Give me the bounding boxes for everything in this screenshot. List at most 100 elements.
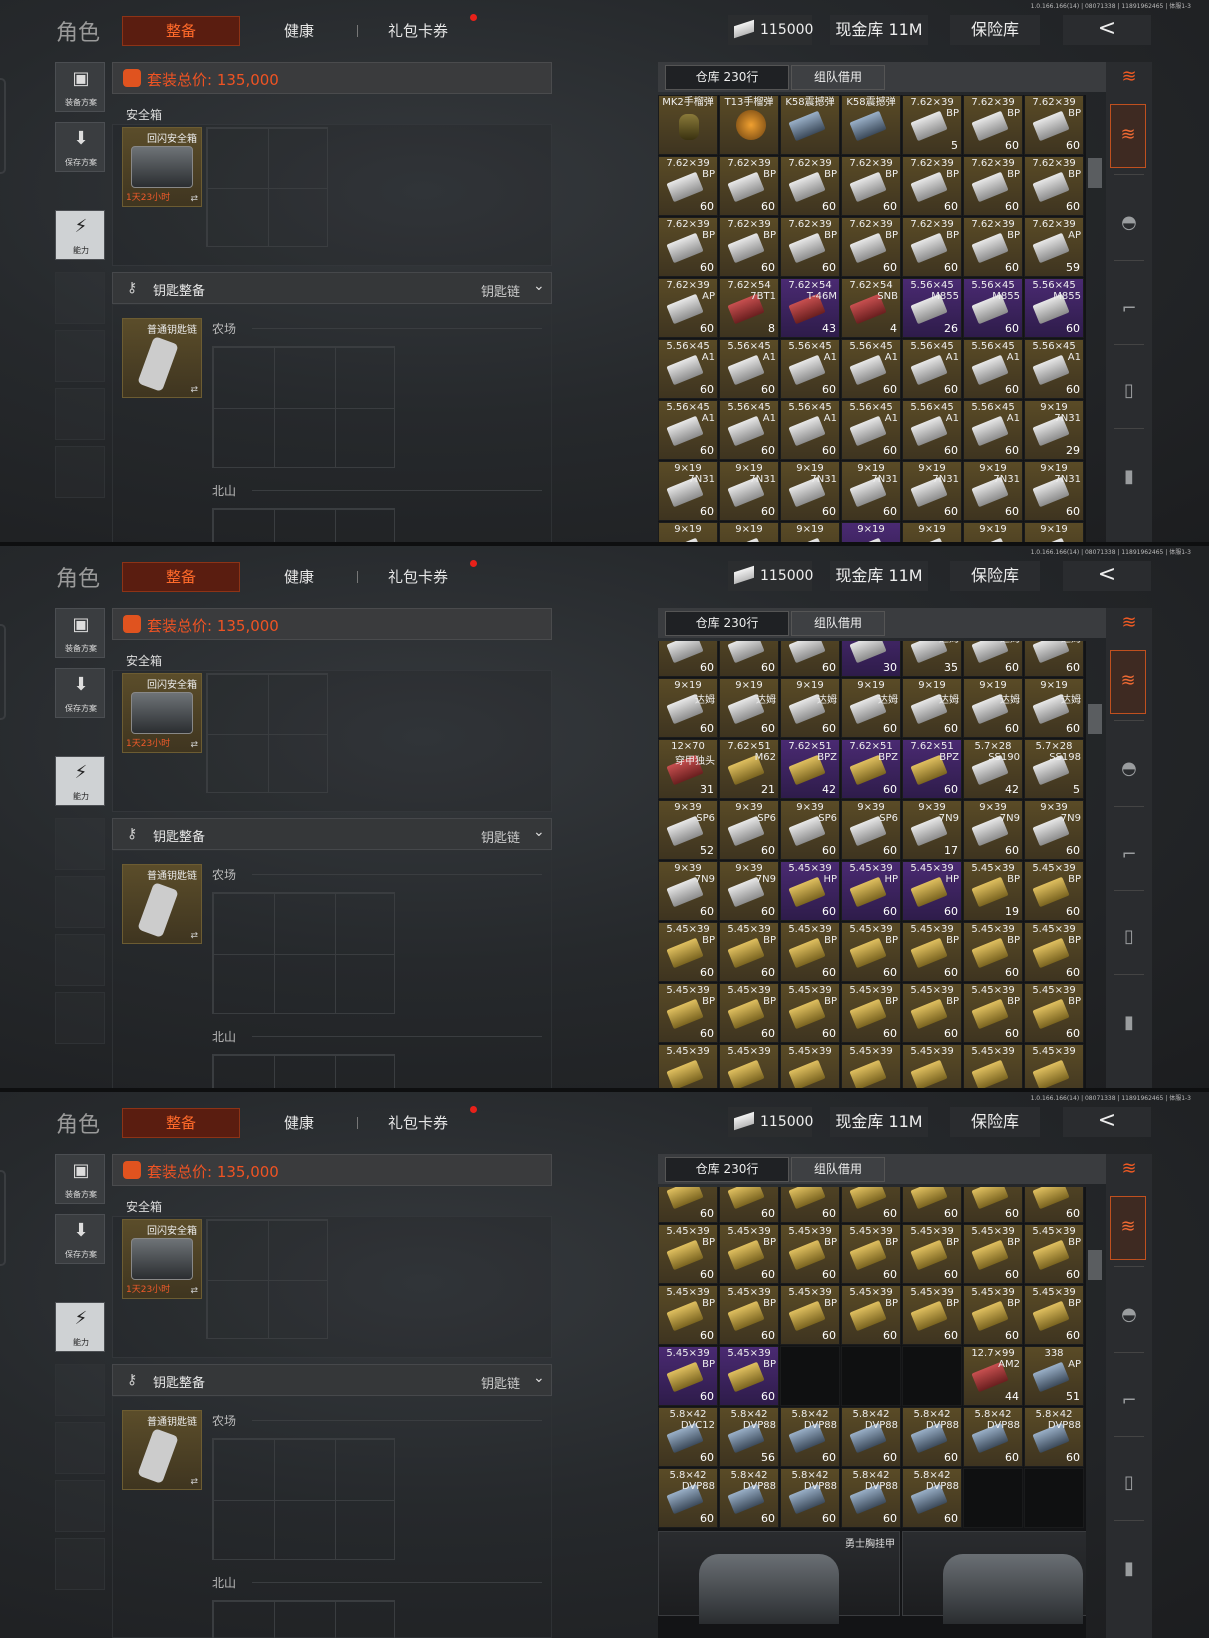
tab-gift-cards[interactable]: 礼包卡券 [388, 566, 448, 587]
inventory-item[interactable]: 9×39 SP6 52 [658, 800, 718, 860]
inventory-item[interactable]: 5.45×39 HP 60 [902, 861, 962, 921]
inventory-item[interactable]: 5.7×28 SS190 42 [963, 739, 1023, 799]
inventory-item[interactable]: 9×197N3160 [841, 461, 901, 521]
role-title[interactable]: 角色 [56, 1107, 100, 1139]
inventory-item[interactable]: 5.45×39 BP 60 [1024, 1285, 1084, 1345]
back-button[interactable]: < [1063, 1107, 1151, 1137]
inventory-item[interactable]: 9×19达姆60 [1024, 678, 1084, 738]
inventory-item[interactable]: 5.45×39 BP 60 [658, 922, 718, 982]
tab-gift-cards[interactable]: 礼包卡券 [388, 1112, 448, 1133]
inventory-item[interactable]: 5.45×39 BP 60 [658, 1285, 718, 1345]
safe-vault-button[interactable]: 保险库 [950, 561, 1040, 591]
north-key-grid[interactable] [212, 508, 395, 546]
farm-key-grid[interactable] [212, 892, 395, 1014]
inventory-item[interactable]: 5.56×45 A1 60 [963, 339, 1023, 399]
tab-loadout[interactable]: 整备 [122, 16, 240, 46]
tab-health[interactable]: 健康 [284, 566, 314, 587]
inventory-item[interactable]: 5.7×28 SS198 5 [1024, 739, 1084, 799]
inventory-item[interactable]: 5.8×42 DVP88 60 [1024, 1407, 1084, 1467]
loadout-plan-button[interactable]: ▣ 装备方案 [55, 1154, 105, 1204]
stack-icon[interactable]: ≋ [1106, 612, 1152, 633]
inventory-item[interactable]: 5.45×39 [841, 1044, 901, 1092]
inventory-item[interactable]: 5.56×45 M855 60 [963, 278, 1023, 338]
inventory-item[interactable]: 9×19达姆60 [1024, 641, 1084, 677]
inventory-item[interactable]: 5.56×45 A1 60 [780, 339, 840, 399]
tab-health[interactable]: 健康 [284, 1112, 314, 1133]
inventory-item[interactable]: K58震撼弹 [841, 95, 901, 155]
inventory-item[interactable]: 9×39 7N9 60 [963, 800, 1023, 860]
inventory-item[interactable]: 9×197N3160 [719, 461, 779, 521]
inventory-item[interactable]: 5.45×39 BP 60 [902, 1224, 962, 1284]
inventory-item[interactable]: 5.45×39 BP 19 [963, 861, 1023, 921]
safe-vault-button[interactable]: 保险库 [950, 15, 1040, 45]
inventory-item[interactable]: 7.62×39 BP 60 [1024, 156, 1084, 216]
role-title[interactable]: 角色 [56, 15, 100, 47]
tab-team-borrow[interactable]: 组队借用 [791, 611, 885, 636]
inventory-item[interactable]: 5.56×45 A1 60 [719, 339, 779, 399]
inventory-item[interactable]: 5.45×39 BP 60 [780, 1224, 840, 1284]
inventory-item[interactable]: 5.45×39 [963, 1044, 1023, 1092]
inventory-item[interactable]: 5.45×39 HP 60 [780, 861, 840, 921]
all-items-category-icon[interactable]: ≋ [1110, 650, 1146, 714]
role-title[interactable]: 角色 [56, 561, 100, 593]
inventory-item[interactable]: 9×19达姆60 [963, 641, 1023, 677]
inventory-grid[interactable]: 9×197N31609×197N31609×197N31609×19AP 6.3… [658, 641, 1086, 1092]
inventory-item[interactable]: 9×39 7N9 60 [719, 861, 779, 921]
secure-case-item[interactable]: 回闪安全箱 1天23小时 ⇄ [122, 673, 202, 753]
inventory-item[interactable]: 5.45×39 BP 60 [1024, 922, 1084, 982]
inventory-item[interactable]: 5.8×42 DVP88 60 [902, 1468, 962, 1528]
all-items-category-icon[interactable]: ≋ [1110, 104, 1146, 168]
inventory-item[interactable]: 338 AP 51 [1024, 1346, 1084, 1406]
inventory-item[interactable]: 7.62×39 BP 60 [658, 156, 718, 216]
stack-icon[interactable]: ≋ [1106, 1158, 1152, 1179]
inventory-item[interactable]: 7.62×39 BP 60 [902, 217, 962, 277]
inventory-item[interactable]: 9×19达姆60 [719, 678, 779, 738]
helmet-icon[interactable]: ◓ [1106, 212, 1152, 233]
inventory-item[interactable]: 5.45×39 BP 60 [963, 922, 1023, 982]
rifle-icon[interactable]: ⌐ [1106, 1390, 1152, 1411]
inventory-item[interactable]: 5.45×39 BP 60 [841, 983, 901, 1043]
swap-icon[interactable]: ⇄ [190, 931, 198, 941]
inventory-item[interactable]: 7.62×39 BP 60 [780, 156, 840, 216]
inventory-item[interactable]: 5.45×39 BP 60 [841, 1285, 901, 1345]
secure-grid[interactable] [206, 1219, 328, 1339]
back-button[interactable]: < [1063, 561, 1151, 591]
inventory-item[interactable]: 9×39 7N9 60 [658, 861, 718, 921]
north-key-grid[interactable] [212, 1054, 395, 1092]
inventory-item[interactable]: 5.45×39 BP 60 [719, 922, 779, 982]
keychain-item[interactable]: 普通钥匙链 ⇄ [122, 1410, 202, 1490]
swap-icon[interactable]: ⇄ [190, 385, 198, 395]
inventory-item[interactable]: 9×197N3160 [780, 641, 840, 677]
inventory-item[interactable]: 9×197N3160 [658, 641, 718, 677]
inventory-item[interactable]: 9×19 7N31 29 [1024, 400, 1084, 460]
keychain-dropdown[interactable]: 钥匙链 [481, 281, 520, 300]
chevron-down-icon[interactable]: ⌄ [533, 1370, 545, 1386]
inventory-item[interactable]: 5.45×39 [658, 1044, 718, 1092]
ability-button[interactable]: ⚡ 能力 [55, 756, 105, 806]
loadout-plan-button[interactable]: ▣ 装备方案 [55, 62, 105, 112]
tab-gift-cards[interactable]: 礼包卡券 [388, 20, 448, 41]
inventory-item[interactable]: 5.45×39 BP 60 [719, 1346, 779, 1406]
farm-key-grid[interactable] [212, 346, 395, 468]
chevron-down-icon[interactable]: ⌄ [533, 824, 545, 840]
inventory-item[interactable]: 9×19达姆60 [963, 678, 1023, 738]
inventory-item[interactable]: 9×39 SP6 60 [719, 800, 779, 860]
inventory-item[interactable]: 5.45×39 HP 60 [841, 861, 901, 921]
inventory-item[interactable]: 7.62×39 AP 60 [658, 278, 718, 338]
inventory-item[interactable]: 5.45×39 BP 60 [963, 1285, 1023, 1345]
inventory-item[interactable]: 7.62×39 BP 60 [719, 217, 779, 277]
inventory-item[interactable]: 5.56×45 A1 60 [780, 400, 840, 460]
inventory-item[interactable]: 7.62×39 BP 60 [658, 217, 718, 277]
inventory-item[interactable]: 9×197N3160 [719, 641, 779, 677]
tab-loadout[interactable]: 整备 [122, 1108, 240, 1138]
secure-case-item[interactable]: 回闪安全箱 1天23小时 ⇄ [122, 127, 202, 207]
safe-vault-button[interactable]: 保险库 [950, 1107, 1040, 1137]
rifle-icon[interactable]: ⌐ [1106, 298, 1152, 319]
inventory-item[interactable]: 5.8×42 DVP88 60 [780, 1468, 840, 1528]
inventory-item[interactable]: 5.45×39 BP 60 [719, 1224, 779, 1284]
inventory-item[interactable]: 7.62×51 BPZ 60 [841, 739, 901, 799]
inventory-item[interactable]: 9×197N3160 [1024, 461, 1084, 521]
inventory-item[interactable]: 7.62×39 BP 60 [719, 156, 779, 216]
inventory-item[interactable]: BP60 [719, 1187, 779, 1223]
tab-storage[interactable]: 仓库 230行 [665, 65, 789, 90]
